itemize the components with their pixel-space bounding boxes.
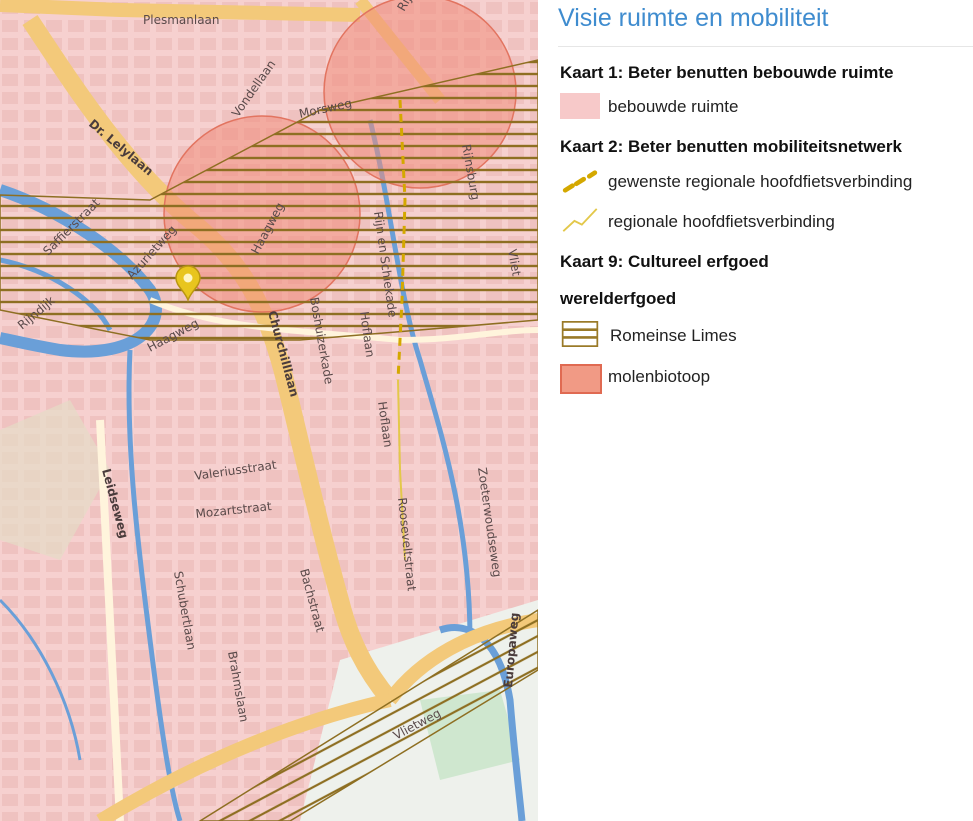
divider [558, 46, 973, 47]
legend-label-romeinse-limes: Romeinse Limes [610, 326, 737, 345]
street-label: Plesmanlaan [143, 13, 220, 27]
legend-subheading-werelderfgoed: werelderfgoed [560, 289, 677, 308]
planned-bike-route-icon [562, 170, 598, 193]
legend-swatch-molenbiotoop [560, 364, 602, 394]
legend-label-molenbiotoop: molenbiotoop [608, 367, 711, 386]
legend-label-gewenste-fietsverbinding: gewenste regionale hoofdfietsverbinding [608, 172, 913, 191]
bike-route-icon [562, 208, 598, 232]
legend-title: Visie ruimte en mobiliteit [558, 4, 829, 32]
legend-label-fietsverbinding: regionale hoofdfietsverbinding [608, 212, 835, 231]
map-canvas: Plesmanlaan Vondellaan Dr. Lelylaan Mors… [0, 0, 538, 821]
legend-swatch-bebouwde-ruimte [560, 93, 600, 119]
legend-heading-kaart9: Kaart 9: Cultureel erfgoed [560, 252, 769, 271]
legend-panel: Visie ruimte en mobiliteit Kaart 1: Bete… [538, 0, 973, 821]
legend-heading-kaart2: Kaart 2: Beter benutten mobiliteitsnetwe… [560, 137, 902, 156]
legend-label-bebouwde-ruimte: bebouwde ruimte [608, 97, 739, 116]
map-view[interactable]: Plesmanlaan Vondellaan Dr. Lelylaan Mors… [0, 0, 538, 821]
legend-heading-kaart1: Kaart 1: Beter benutten bebouwde ruimte [560, 63, 894, 82]
limes-icon [561, 321, 599, 347]
